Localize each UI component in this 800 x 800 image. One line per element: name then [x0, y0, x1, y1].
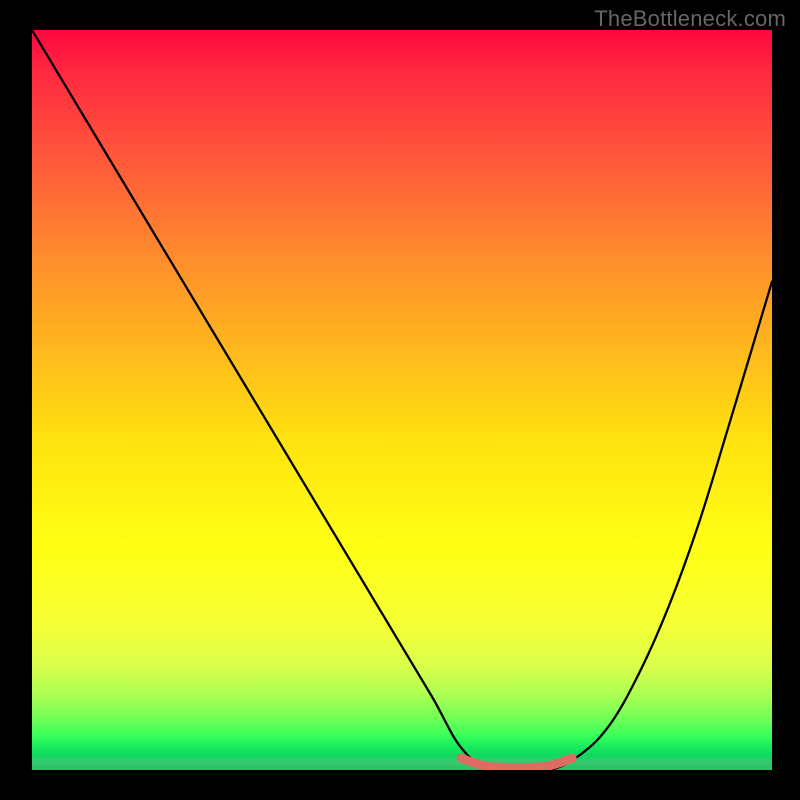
curve-layer [32, 30, 772, 770]
bottleneck-curve [32, 30, 772, 770]
plot-area [32, 30, 772, 770]
watermark-text: TheBottleneck.com [594, 6, 786, 32]
chart-frame: TheBottleneck.com [0, 0, 800, 800]
optimal-range-marker [461, 758, 572, 768]
